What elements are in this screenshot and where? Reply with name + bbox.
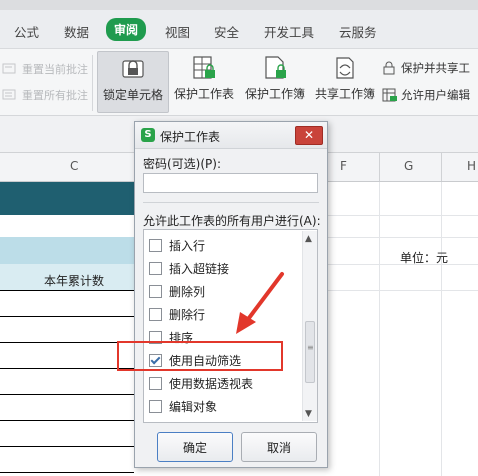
tab-cloud-service[interactable]: 云服务 [339, 22, 377, 41]
table-border [0, 342, 134, 343]
scrollbar-thumb[interactable]: ≡ [305, 321, 315, 383]
protect-workbook-icon [265, 56, 286, 79]
scroll-down-icon[interactable]: ▼ [305, 409, 312, 419]
review-toolbar: 重置当前批注 重置所有批注 锁定单元格 保护工作表 保护工作簿 共享工作簿 保护… [0, 49, 478, 116]
column-divider [379, 153, 380, 181]
allow-users-label: 允许此工作表的所有用户进行(A): [143, 214, 321, 228]
grid-line [441, 182, 442, 476]
tab-review[interactable]: 审阅 [106, 18, 147, 41]
allow-users-edit-button[interactable]: 允许用户编辑 [382, 87, 470, 103]
share-workbook-label: 共享工作簿 [314, 87, 375, 101]
lock-cells-button[interactable]: 锁定单元格 [97, 51, 169, 113]
allow-users-edit-label: 允许用户编辑 [401, 88, 470, 102]
checkbox[interactable] [149, 239, 162, 252]
protect-and-share-button[interactable]: 保护并共享工 [382, 60, 470, 76]
protect-workbook-button[interactable]: 保护工作簿 [242, 51, 308, 111]
table-border [0, 394, 134, 395]
scroll-up-icon[interactable]: ▲ [305, 234, 312, 244]
reset-current-comment-button[interactable]: 重置当前批注 [0, 61, 88, 79]
grid-line [326, 215, 478, 216]
tab-data[interactable]: 数据 [64, 22, 89, 41]
tab-security[interactable]: 安全 [214, 22, 239, 41]
wps-spreadsheet-icon: S [141, 128, 155, 142]
password-input[interactable] [143, 173, 318, 193]
protect-share-icon [382, 61, 398, 75]
list-scrollbar[interactable]: ▲ ≡ ▼ [302, 231, 317, 421]
permission-delete-columns[interactable]: 删除列 [149, 283, 205, 303]
column-header-g[interactable]: G [404, 159, 413, 173]
comments-reset-icon [2, 89, 16, 101]
permission-edit-objects[interactable]: 编辑对象 [149, 398, 217, 418]
column-header-h[interactable]: H [467, 159, 476, 173]
protect-workbook-label: 保护工作簿 [244, 87, 305, 101]
grid-line [326, 290, 478, 291]
ok-button[interactable]: 确定 [157, 432, 233, 462]
column-header-c[interactable]: C [70, 159, 78, 173]
toolbar-divider [92, 55, 93, 111]
column-header-f[interactable]: F [340, 159, 347, 173]
ribbon-tab-bar: 公式 数据 审阅 视图 安全 开发工具 云服务 [0, 10, 478, 49]
comment-reset-icon [2, 63, 16, 75]
permission-label: 插入超链接 [169, 262, 230, 276]
grip-icon: ≡ [307, 343, 314, 352]
table-border [0, 446, 134, 447]
password-label: 密码(可选)(P): [143, 157, 222, 171]
cancel-button[interactable]: 取消 [241, 432, 317, 462]
cumulative-year-label: 本年累计数 [44, 274, 105, 288]
checkbox[interactable] [149, 285, 162, 298]
allow-edit-icon [382, 88, 398, 102]
protect-sheet-button[interactable]: 保护工作表 [171, 51, 237, 111]
unit-label: 单位：元 [400, 251, 449, 265]
checkbox[interactable] [149, 308, 162, 321]
tab-view[interactable]: 视图 [165, 22, 190, 41]
permission-label: 编辑对象 [169, 400, 218, 414]
sheet-header-band[interactable] [0, 182, 134, 215]
permission-insert-rows[interactable]: 插入行 [149, 237, 205, 257]
table-border [0, 472, 134, 473]
permission-use-pivot-table[interactable]: 使用数据透视表 [149, 375, 253, 395]
share-workbook-icon [336, 57, 354, 79]
highlight-box [117, 341, 283, 371]
grid-line [326, 237, 478, 238]
table-border [0, 420, 134, 421]
dialog-divider [143, 202, 319, 203]
permission-label: 插入行 [169, 239, 206, 253]
red-arrow-icon [236, 272, 284, 334]
window-top-strip [0, 0, 478, 10]
share-workbook-button[interactable]: 共享工作簿 [312, 51, 378, 111]
permission-label: 删除行 [169, 308, 206, 322]
lock-cells-label: 锁定单元格 [102, 88, 163, 102]
reset-current-comment-label: 重置当前批注 [22, 63, 88, 76]
permission-label: 使用数据透视表 [169, 377, 254, 391]
dialog-title: 保护工作表 [160, 130, 221, 144]
dialog-title-bar[interactable]: S 保护工作表 ✕ [135, 122, 327, 149]
tab-formulas[interactable]: 公式 [14, 22, 39, 41]
reset-all-comments-button[interactable]: 重置所有批注 [0, 87, 88, 105]
protect-sheet-icon [193, 56, 215, 79]
reset-all-comments-label: 重置所有批注 [22, 89, 88, 102]
checkbox[interactable] [149, 377, 162, 390]
checkbox[interactable] [149, 262, 162, 275]
tab-developer[interactable]: 开发工具 [264, 22, 314, 41]
permission-label: 删除列 [169, 285, 206, 299]
grid-line [379, 182, 380, 476]
table-border [0, 368, 134, 369]
permission-delete-rows[interactable]: 删除行 [149, 306, 205, 326]
column-divider [441, 153, 442, 181]
checkbox[interactable] [149, 400, 162, 413]
protect-sheet-label: 保护工作表 [173, 87, 234, 101]
close-button[interactable]: ✕ [295, 126, 323, 145]
lock-cell-icon [122, 60, 144, 78]
table-border [0, 316, 134, 317]
permission-insert-hyperlinks[interactable]: 插入超链接 [149, 260, 229, 280]
protect-and-share-label: 保护并共享工 [401, 61, 470, 75]
sheet-subheader-band[interactable] [0, 237, 134, 264]
